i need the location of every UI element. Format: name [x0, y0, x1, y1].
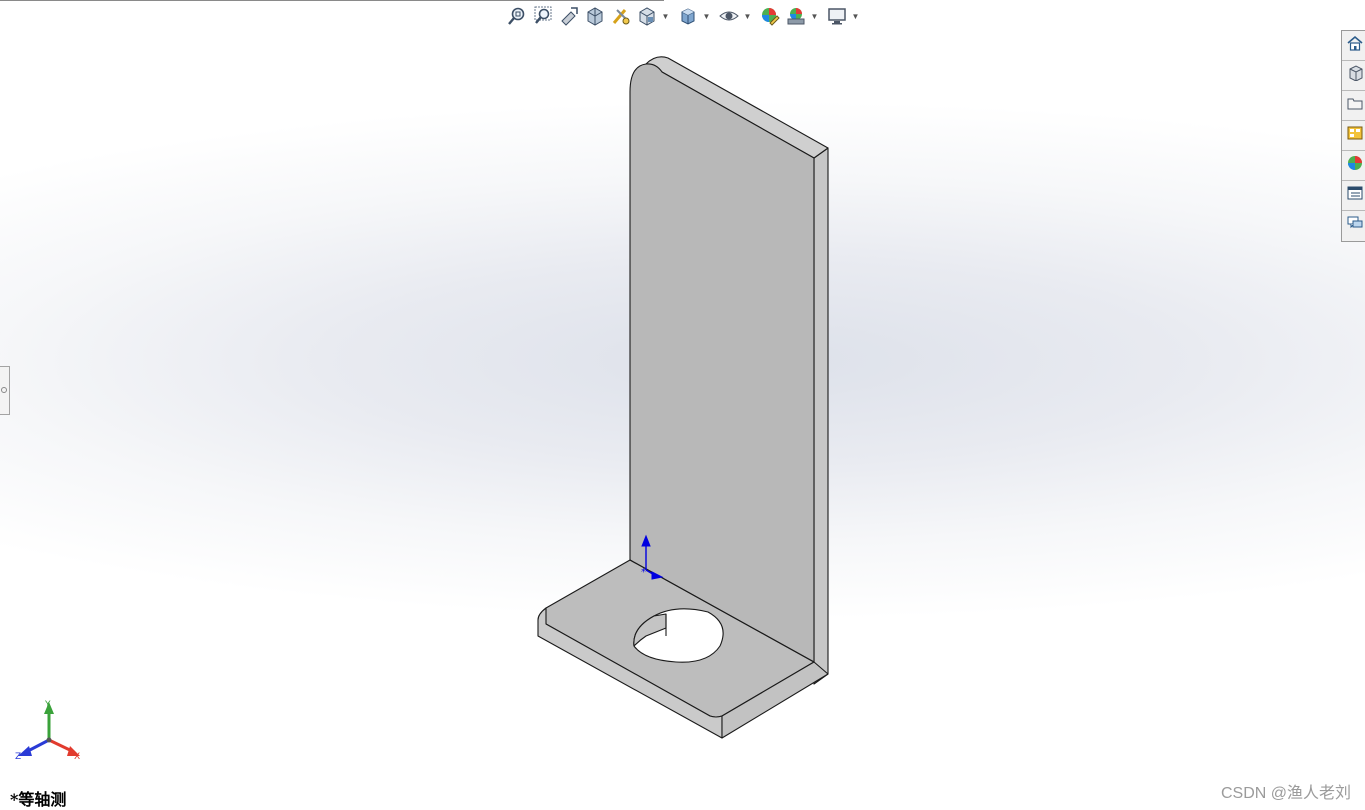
- vertical-plate-front-face: [629, 63, 815, 663]
- triad-x-label: X: [74, 752, 80, 762]
- triad-z-label: Z: [15, 752, 21, 762]
- reference-triad: Y X Z: [15, 700, 80, 762]
- graphics-area[interactable]: ▼ ▼ ▼ ▼ ▼ * Y X Z *等轴测 CSDN @渔人老刘: [0, 0, 1365, 809]
- part-model[interactable]: *: [0, 0, 1365, 808]
- watermark-text: CSDN @渔人老刘: [1220, 785, 1351, 802]
- view-orientation-label: *等轴测: [10, 790, 67, 809]
- svg-text:*: *: [641, 567, 646, 578]
- triad-y-label: Y: [44, 700, 51, 710]
- vertical-plate-side-face: [813, 147, 829, 685]
